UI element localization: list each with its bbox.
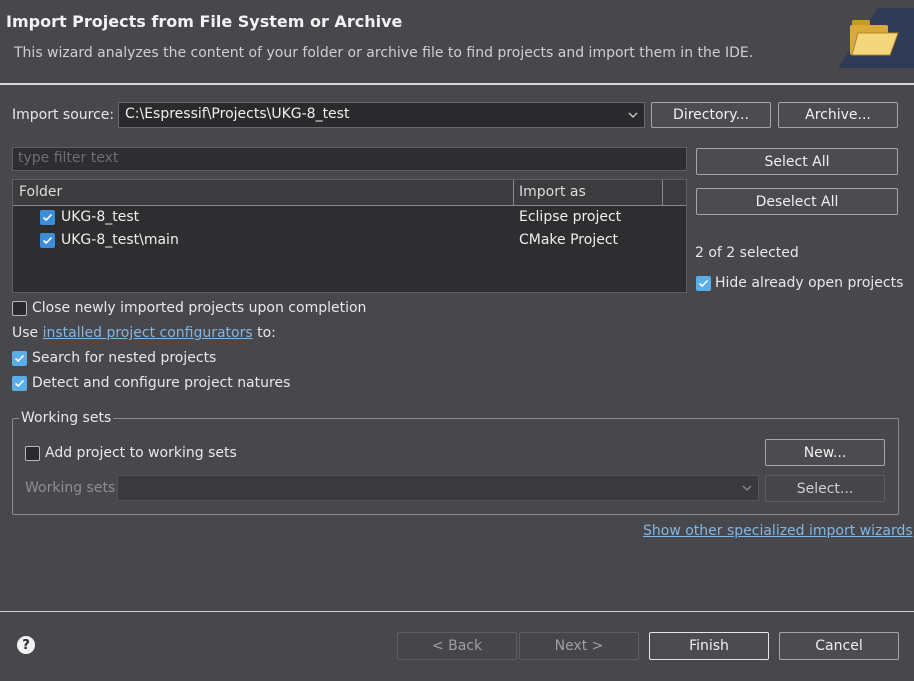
column-divider[interactable] [662,180,663,206]
checkmark-icon [42,236,53,245]
import-source-value: C:\Espressif\Projects\UKG-8_test [125,106,350,122]
search-nested-label[interactable]: Search for nested projects [32,350,216,366]
cancel-button[interactable]: Cancel [779,632,899,660]
detect-configure-checkbox[interactable] [12,376,27,391]
configurators-link[interactable]: installed project configurators [43,325,253,341]
deselect-all-button[interactable]: Deselect All [696,188,898,215]
working-sets-label: Working sets: [25,480,120,496]
new-working-set-button[interactable]: New... [765,439,885,466]
row-folder: UKG-8_test [61,209,140,225]
archive-button[interactable]: Archive... [778,102,898,128]
table-header: Folder Import as [13,180,686,206]
header-divider [0,83,914,85]
next-button[interactable]: Next > [519,632,639,660]
chevron-down-icon[interactable] [622,103,644,127]
configurators-line: Use installed project configurators to: [12,325,276,341]
add-to-working-sets-label[interactable]: Add project to working sets [45,445,237,461]
column-header-folder[interactable]: Folder [19,184,62,200]
row-checkbox[interactable] [40,210,55,225]
checkmark-icon [14,379,25,388]
detect-configure-label[interactable]: Detect and configure project natures [32,375,290,391]
hide-open-label[interactable]: Hide already open projects [715,275,903,291]
projects-table[interactable]: Folder Import as UKG-8_test Eclipse proj… [12,179,687,293]
checkmark-icon [698,279,709,288]
close-imported-checkbox[interactable] [12,301,27,316]
help-icon[interactable]: ? [17,636,35,654]
row-import-as: CMake Project [519,232,619,248]
finish-button[interactable]: Finish [649,632,769,660]
directory-button[interactable]: Directory... [651,102,771,128]
open-folder-icon [838,8,914,68]
configurators-suffix: to: [252,325,276,341]
back-button[interactable]: < Back [397,632,517,660]
row-folder: UKG-8_test\main [61,232,179,248]
chevron-down-icon[interactable] [736,476,758,500]
import-source-combo[interactable]: C:\Espressif\Projects\UKG-8_test [118,102,645,128]
row-import-as: Eclipse project [519,209,622,225]
row-checkbox[interactable] [40,233,55,248]
working-sets-title: Working sets [19,410,114,426]
checkmark-icon [42,213,53,222]
configurators-prefix: Use [12,325,43,341]
selected-count: 2 of 2 selected [695,245,799,261]
footer-divider [0,611,914,612]
search-nested-checkbox[interactable] [12,351,27,366]
close-imported-label[interactable]: Close newly imported projects upon compl… [32,300,366,316]
select-working-set-button[interactable]: Select... [765,475,885,502]
select-all-button[interactable]: Select All [696,148,898,175]
filter-placeholder: type filter text [18,150,119,166]
import-source-label: Import source: [12,107,115,123]
show-other-wizards-link[interactable]: Show other specialized import wizards [643,523,913,539]
add-to-working-sets-checkbox[interactable] [25,446,40,461]
column-divider[interactable] [513,180,514,206]
column-header-import-as[interactable]: Import as [519,184,586,200]
table-row[interactable]: UKG-8_test Eclipse project [13,206,686,229]
wizard-description: This wizard analyzes the content of your… [14,45,754,61]
checkmark-icon [14,354,25,363]
hide-open-checkbox[interactable] [696,276,711,291]
table-row[interactable]: UKG-8_test\main CMake Project [13,229,686,252]
filter-input[interactable]: type filter text [12,147,687,171]
working-sets-combo[interactable] [117,475,759,501]
wizard-title: Import Projects from File System or Arch… [6,12,403,31]
